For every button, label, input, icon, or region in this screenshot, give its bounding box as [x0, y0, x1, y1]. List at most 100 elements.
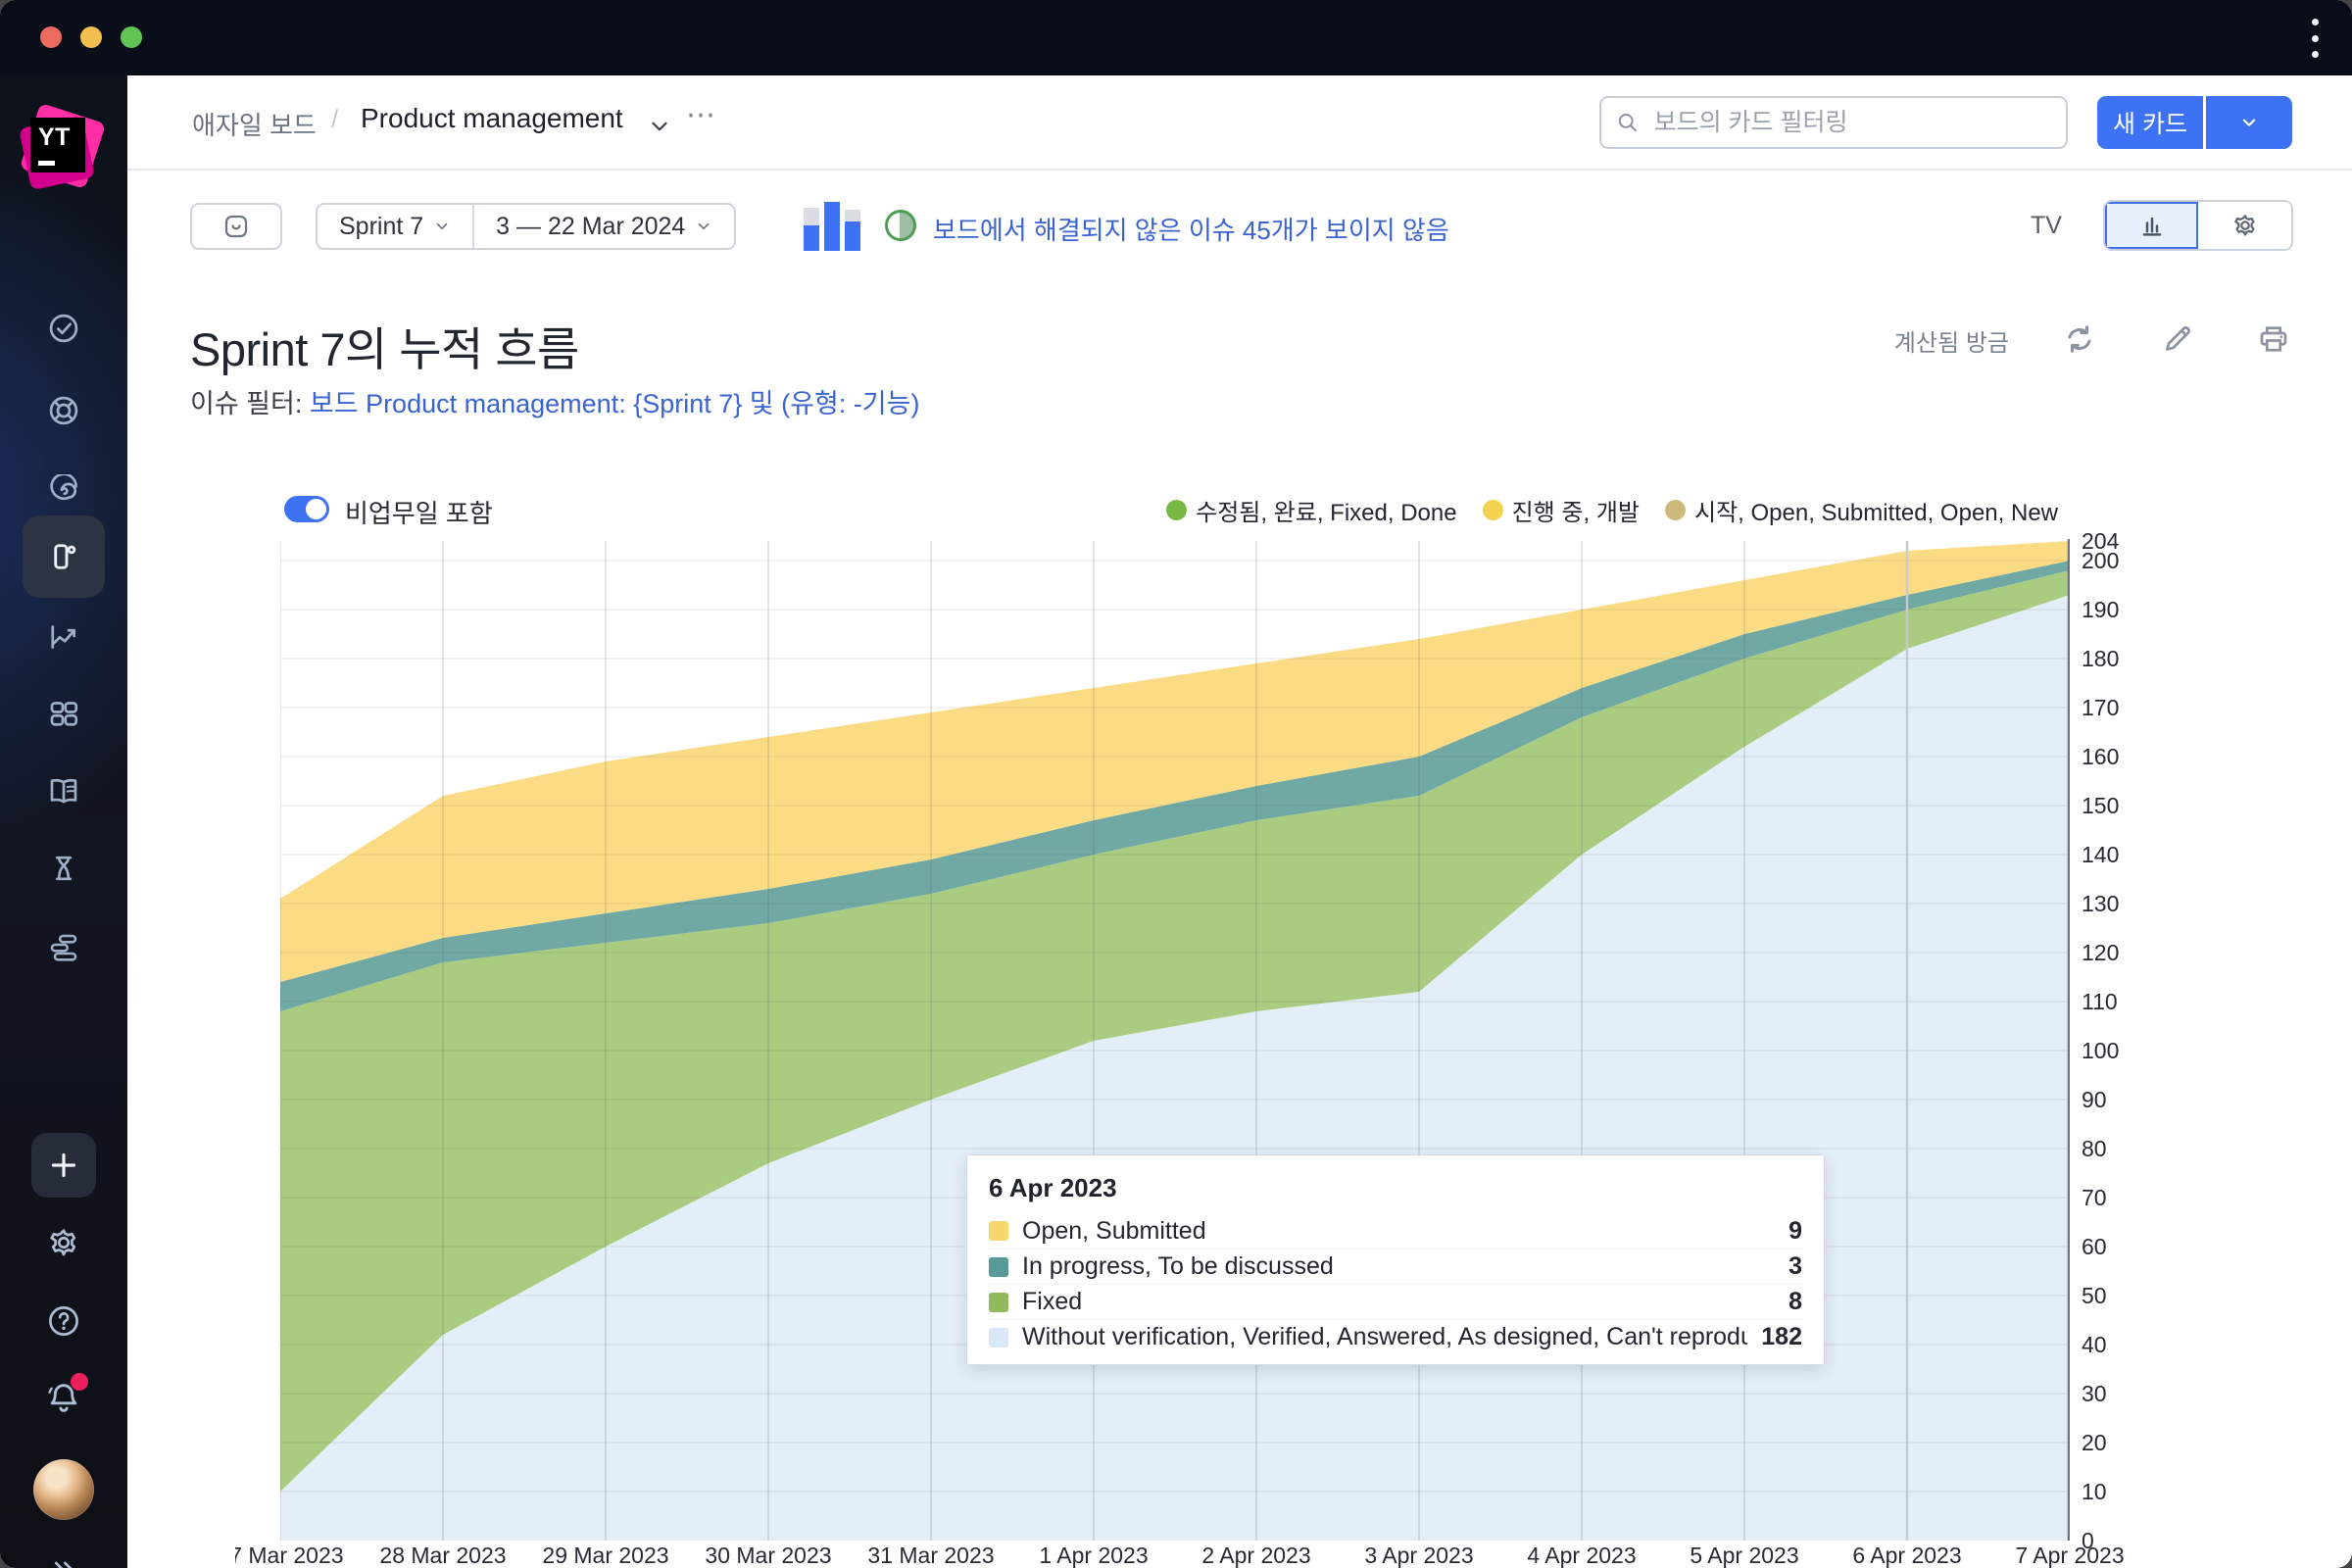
sidebar-item-hourglass[interactable] [23, 827, 105, 909]
board-search [1599, 96, 2068, 149]
legend-item[interactable]: 시작, Open, Submitted, Open, New [1665, 493, 2058, 527]
legend-item[interactable]: 수정됨, 완료, Fixed, Done [1166, 493, 1456, 527]
tv-label: TV [2031, 212, 2062, 240]
new-card-dropdown-button[interactable] [2206, 96, 2292, 149]
pencil-icon [2160, 321, 2195, 357]
tooltip-value: 3 [1788, 1252, 1802, 1281]
y-tick-label: 140 [2082, 842, 2150, 868]
tooltip-label: Fixed [1022, 1288, 1775, 1316]
sidebar-item-board[interactable] [23, 515, 105, 598]
y-tick-label: 150 [2082, 793, 2150, 819]
chevron-down-icon[interactable] [647, 114, 672, 144]
x-axis-labels: 27 Mar 202328 Mar 202329 Mar 202330 Mar … [235, 1543, 2141, 1568]
x-tick-label: 27 Mar 2023 [235, 1543, 364, 1568]
legend-dot-icon [1483, 500, 1503, 520]
y-tick-label: 50 [2082, 1283, 2150, 1309]
tooltip-swatch-icon [989, 1293, 1008, 1312]
sprint-selector[interactable]: Sprint 7 [318, 205, 472, 248]
logo-text: YT [38, 123, 71, 151]
sidebar-item-grid[interactable] [23, 672, 105, 755]
refresh-button[interactable] [2062, 321, 2099, 359]
view-switcher [2103, 200, 2293, 251]
date-range-selector[interactable]: 3 — 22 Mar 2024 [474, 205, 734, 248]
x-tick-label: 4 Apr 2023 [1498, 1543, 1665, 1568]
legend-item[interactable]: 진행 중, 개발 [1483, 493, 1640, 527]
edit-button[interactable] [2160, 321, 2197, 359]
date-range-label: 3 — 22 Mar 2024 [496, 213, 685, 241]
youtrack-logo[interactable]: YT [23, 108, 105, 190]
board-view-button[interactable] [190, 203, 282, 250]
breadcrumb-current[interactable]: Product management [361, 103, 623, 134]
breadcrumb-more-icon[interactable]: ⋯ [686, 98, 717, 132]
app-window: YT 애자일 보드 / Product management ⋯ [0, 0, 2352, 1568]
toggle-knob [306, 499, 326, 519]
y-tick-label: 20 [2082, 1430, 2150, 1456]
y-tick-label: 80 [2082, 1136, 2150, 1162]
unresolved-issues-link[interactable]: 보드에서 해결되지 않은 이슈 45개가 보이지 않음 [933, 211, 1449, 247]
x-tick-label: 2 Apr 2023 [1173, 1543, 1340, 1568]
tooltip-swatch-icon [989, 1257, 1008, 1277]
tooltip-swatch-icon [989, 1328, 1008, 1348]
y-tick-label: 60 [2082, 1234, 2150, 1260]
double-chevron-right-icon [47, 1553, 80, 1568]
notifications-button[interactable] [31, 1365, 96, 1430]
print-button[interactable] [2256, 321, 2293, 359]
gear-icon [2230, 211, 2260, 240]
y-tick-label: 190 [2082, 597, 2150, 623]
kebab-menu-icon[interactable] [2303, 16, 2327, 61]
breadcrumb-root[interactable]: 애자일 보드 [192, 106, 317, 142]
minimize-window-button[interactable] [80, 26, 102, 48]
sidebar-item-book[interactable] [23, 750, 105, 832]
chevron-down-icon [2238, 112, 2260, 133]
hourglass-icon [46, 851, 81, 886]
printer-icon [2256, 321, 2291, 357]
x-tick-label: 31 Mar 2023 [848, 1543, 1014, 1568]
toggle-label: 비업무일 포함 [345, 494, 493, 530]
check-circle-icon [46, 311, 81, 346]
include-non-working-days-toggle[interactable] [284, 496, 329, 522]
y-tick-label: 200 [2082, 548, 2150, 574]
board-settings-tab[interactable] [2198, 202, 2291, 249]
issue-filter-line: 이슈 필터: 보드 Product management: {Sprint 7}… [190, 382, 919, 420]
page-title: Sprint 7의 누적 흐름 [190, 312, 579, 379]
x-tick-label: 29 Mar 2023 [522, 1543, 689, 1568]
legend-label: 수정됨, 완료, Fixed, Done [1196, 493, 1456, 527]
sidebar-item-lifebuoy[interactable] [23, 369, 105, 452]
column-chart-icon [2137, 211, 2167, 240]
y-tick-label: 100 [2082, 1038, 2150, 1064]
sidebar-item-layers[interactable] [23, 906, 105, 989]
tray-icon [221, 212, 251, 241]
filter-link[interactable]: 보드 Product management: {Sprint 7} 및 (유형:… [310, 389, 920, 418]
tooltip-date: 6 Apr 2023 [989, 1169, 1802, 1213]
sidebar-item-check-circle[interactable] [23, 287, 105, 369]
x-tick-label: 30 Mar 2023 [685, 1543, 852, 1568]
progress-circle-icon[interactable] [885, 210, 916, 241]
breadcrumb-separator: / [331, 104, 338, 134]
settings-button[interactable] [31, 1210, 96, 1275]
close-window-button[interactable] [40, 26, 62, 48]
chart-view-tab[interactable] [2105, 202, 2198, 249]
calculated-label: 계산됨 방금 [1842, 323, 2009, 358]
sidebar-item-trend[interactable] [23, 596, 105, 678]
y-tick-label: 170 [2082, 695, 2150, 721]
y-tick-label: 110 [2082, 989, 2150, 1015]
question-icon [45, 1302, 82, 1340]
lifebuoy-icon [46, 393, 81, 428]
expand-sidebar-button[interactable] [34, 1545, 93, 1568]
window-titlebar [0, 0, 2352, 75]
notification-badge [71, 1373, 88, 1391]
new-card-button[interactable]: 새 카드 [2097, 96, 2203, 149]
plus-icon [46, 1148, 81, 1183]
cumulative-flow-chart[interactable] [280, 539, 2070, 1541]
filter-label: 이슈 필터: [190, 389, 310, 418]
search-input[interactable] [1652, 108, 2052, 138]
help-button[interactable] [31, 1289, 96, 1353]
chart-mini-icon[interactable] [804, 202, 860, 251]
tooltip-label: In progress, To be discussed [1022, 1252, 1775, 1281]
user-avatar[interactable] [33, 1459, 94, 1520]
chart-legend: 수정됨, 완료, Fixed, Done 진행 중, 개발 시작, Open, Su… [1166, 493, 2058, 527]
maximize-window-button[interactable] [121, 26, 142, 48]
gear-icon [45, 1224, 82, 1261]
create-button[interactable] [31, 1133, 96, 1198]
legend-label: 진행 중, 개발 [1512, 493, 1640, 527]
